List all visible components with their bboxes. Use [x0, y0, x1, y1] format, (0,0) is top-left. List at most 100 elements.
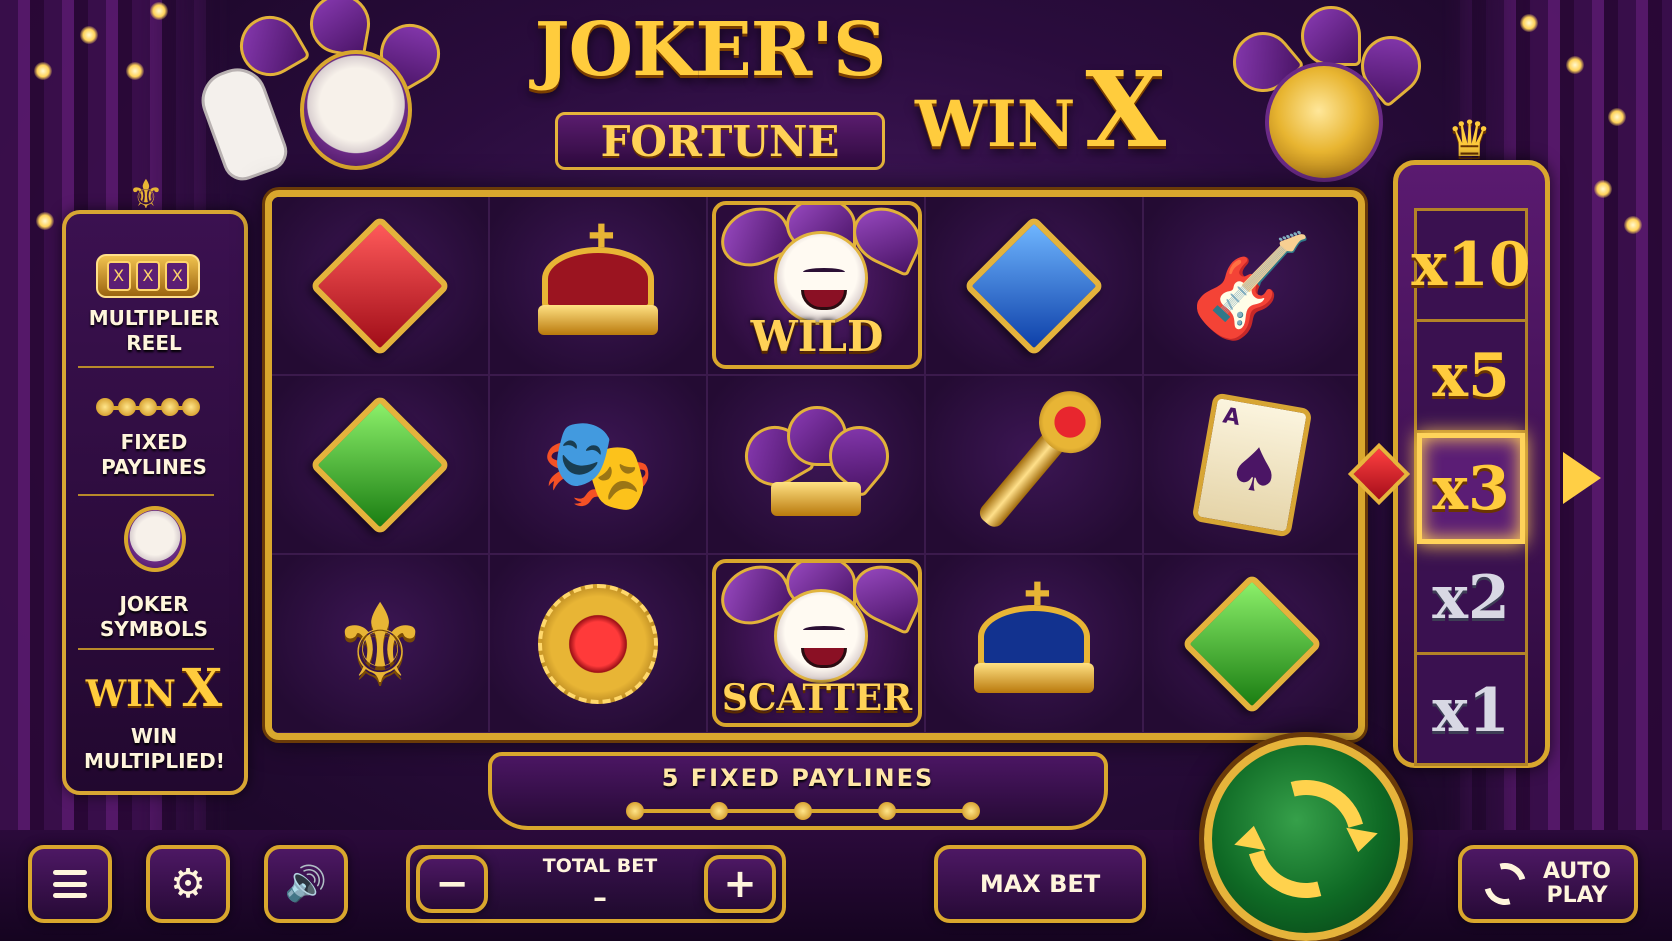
feature-win-multiplied: WIN MULTIPLIED! — [84, 724, 225, 773]
wild-jester-icon: WILD — [712, 201, 922, 369]
green-diamond-icon — [1181, 572, 1323, 715]
ruby-scepter-icon — [975, 398, 1093, 531]
minus-icon: − — [435, 861, 469, 907]
feature-joker-symbols: JOKER SYMBOLS — [99, 592, 209, 641]
feature-fixed-paylines: FIXED PAYLINES — [101, 430, 207, 479]
red-diamond-icon — [309, 214, 451, 357]
reel-cell — [926, 376, 1144, 555]
win-x-word: WIN — [915, 87, 1076, 162]
mini-reel-slot: X — [135, 261, 160, 291]
bet-increase-button[interactable]: + — [704, 855, 776, 913]
gold-guitar-icon: 🎸 — [1189, 226, 1315, 344]
control-bar — [0, 830, 1672, 941]
blue-crown-icon: ✚ — [964, 575, 1104, 699]
payline-dot — [96, 398, 114, 416]
fleur-ornament-icon: ⚜ — [128, 172, 164, 218]
card-suit: ♠ — [1222, 430, 1288, 510]
light-bulb — [34, 62, 52, 80]
menu-icon — [53, 870, 87, 898]
multiplier-x10: x10 — [1411, 211, 1531, 322]
paylines-dots-icon — [96, 398, 200, 416]
win-x-logo: WINX — [915, 48, 1166, 171]
feature-win-x-logo: WIN X — [84, 658, 224, 719]
jester-mask-right — [1220, 6, 1435, 186]
menu-button[interactable] — [28, 845, 112, 923]
game-title: JOKER'S — [534, 7, 887, 93]
payline-dot — [182, 398, 200, 416]
divider — [78, 366, 214, 368]
reel-cell: 🎸 — [1144, 197, 1358, 376]
payline-dot — [626, 802, 644, 820]
joker-symbol-icon — [124, 506, 186, 572]
reel-cell — [926, 197, 1144, 376]
reel-cell: ✚ — [926, 555, 1144, 733]
light-bulb — [1520, 14, 1538, 32]
crown-top — [978, 604, 1090, 669]
jester-hat-lobe — [1301, 6, 1361, 66]
payline-dot — [878, 802, 896, 820]
spin-button[interactable] — [1204, 737, 1408, 941]
payline-dot — [117, 398, 136, 416]
reel-cell: ✚ — [490, 197, 708, 376]
jester-mascot-left — [193, 0, 490, 190]
wild-label: WILD — [750, 312, 884, 361]
scatter-jester-icon: SCATTER — [712, 559, 922, 727]
reel-cell: SCATTER — [708, 555, 926, 733]
max-bet-button[interactable]: MAX BET — [934, 845, 1146, 923]
total-bet-value: – — [593, 881, 607, 914]
scatter-label: SCATTER — [721, 677, 913, 719]
autoplay-button[interactable]: AUTO PLAY — [1458, 845, 1638, 923]
crown-band — [538, 304, 658, 335]
game-stage: JOKER'S FORTUNE WINX ⚜ X X X MULTIPLIER … — [0, 0, 1672, 941]
spin-arrows-icon — [1225, 758, 1387, 920]
feature-x-letter: X — [181, 658, 223, 719]
crown-top — [542, 246, 654, 311]
ace-of-spades-icon: A ♠ — [1191, 391, 1313, 538]
green-diamond-icon — [309, 393, 451, 536]
multiplier-x2: x2 — [1417, 544, 1525, 655]
autoplay-label: AUTO PLAY — [1543, 859, 1611, 908]
crown-cross: ✚ — [588, 216, 615, 255]
feature-multiplier-reel: MULTIPLIER REEL — [88, 306, 220, 355]
mini-reel-slot: X — [165, 261, 190, 291]
reel-cell: A ♠ — [1144, 376, 1358, 555]
light-bulb — [36, 212, 54, 230]
paylines-banner: 5 FIXED PAYLINES — [488, 752, 1108, 830]
jester-hat-band — [771, 481, 861, 516]
reel-grid: ✚ WILD 🎸 🎭 A ♠ ⚜ SCATTER ✚ — [265, 190, 1365, 740]
crown-cross: ✚ — [1024, 574, 1051, 613]
reel-cell — [1144, 555, 1358, 733]
divider — [78, 494, 214, 496]
sound-button[interactable]: 🔊 — [264, 845, 348, 923]
settings-button[interactable]: ⚙ — [146, 845, 230, 923]
reel-cell — [272, 197, 490, 376]
gold-mask-face — [1265, 62, 1383, 182]
paylines-label: 5 FIXED PAYLINES — [661, 764, 935, 792]
multiplier-reel: x10 x5 x3 x2 x1 — [1411, 208, 1531, 766]
jester-hat-icon — [734, 405, 902, 520]
payline-dot — [710, 802, 728, 820]
theatre-masks-icon: 🎭 — [540, 410, 656, 518]
light-bulb — [1608, 108, 1626, 126]
feature-win-word: WIN — [85, 673, 176, 715]
multiplier-pointer-right-icon — [1563, 452, 1601, 504]
plus-icon: + — [723, 861, 757, 907]
light-bulb — [1594, 180, 1612, 198]
multiplier-x5: x5 — [1417, 322, 1525, 433]
crown-band — [974, 662, 1094, 693]
multiplier-x1: x1 — [1432, 675, 1510, 746]
reel-cell: ⚜ — [272, 555, 490, 733]
light-bulb — [1566, 56, 1584, 74]
multiplier-x3-active: x3 — [1417, 433, 1525, 544]
feature-panel: ⚜ X X X MULTIPLIER REEL FIXED PAYLINES J… — [62, 172, 248, 795]
card-rank: A — [1220, 402, 1243, 431]
blue-diamond-icon — [963, 214, 1105, 357]
speaker-icon: 🔊 — [284, 864, 328, 904]
max-bet-label: MAX BET — [979, 870, 1101, 898]
bet-decrease-button[interactable]: − — [416, 855, 488, 913]
ruby-brooch-icon — [538, 583, 658, 704]
autoplay-icon — [1476, 855, 1534, 913]
total-bet-label: TOTAL BET — [542, 855, 658, 877]
win-x-letter: X — [1085, 48, 1167, 171]
multiplier-reel-icon: X X X — [96, 254, 200, 298]
